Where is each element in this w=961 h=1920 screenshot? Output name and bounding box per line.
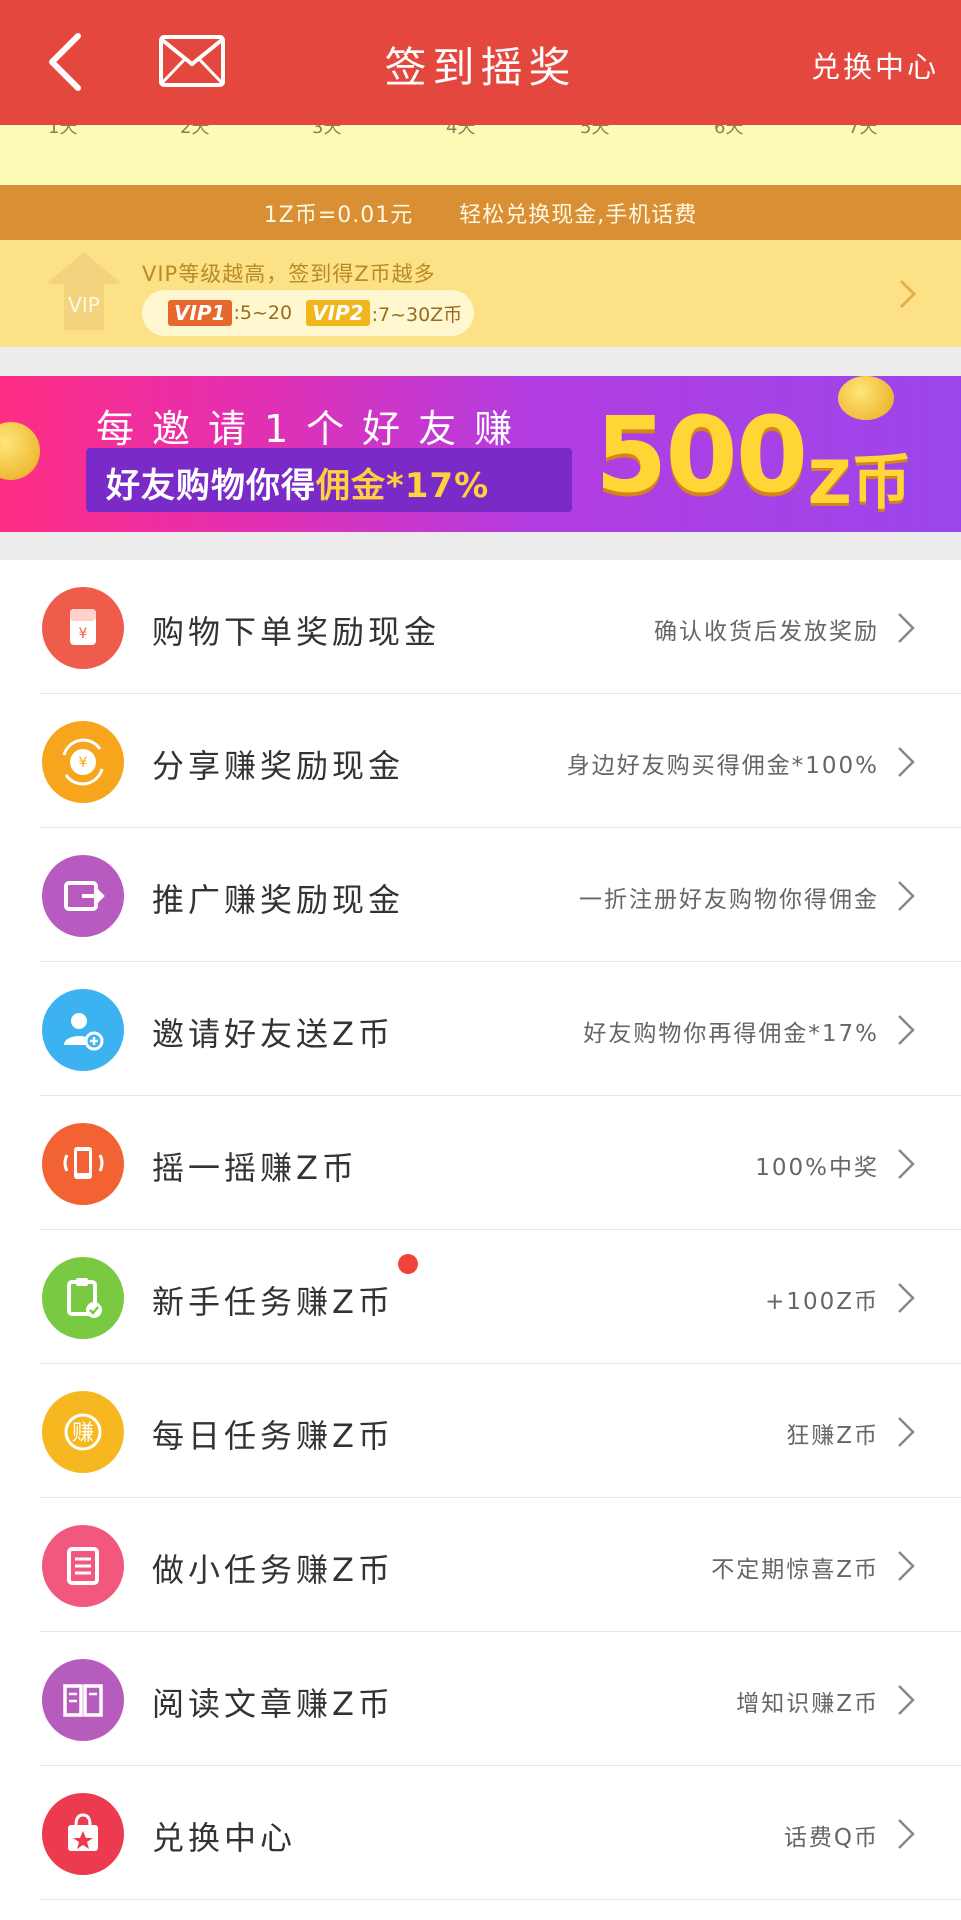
task-description: 不定期惊喜Z币 <box>711 1557 879 1583</box>
task-row[interactable]: ¥ 分享赚奖励现金 身边好友购买得佣金*100% <box>0 694 961 828</box>
task-description: 100%中奖 <box>755 1155 879 1181</box>
task-label: 兑换中心 <box>152 1819 297 1857</box>
promo-subline-prefix: 好友购物你得 <box>106 466 316 506</box>
gift-bag-icon <box>42 1793 124 1875</box>
promo-subline-highlight: 佣金*17% <box>316 466 490 506</box>
vip-info-row[interactable]: VIP VIP等级越高，签到得Z币越多 VIP1 :5~20 VIP2 :7~3… <box>0 240 961 347</box>
task-icon-text: 赚 <box>72 1421 94 1446</box>
chevron-right-icon <box>898 881 915 911</box>
chevron-right-icon <box>898 1551 915 1581</box>
earn-coin-icon: 赚 <box>42 1391 124 1473</box>
task-label: 阅读文章赚Z币 <box>152 1685 394 1723</box>
task-description: 话费Q币 <box>783 1825 879 1851</box>
task-label: 做小任务赚Z币 <box>152 1551 394 1589</box>
calendar-day: 1天 <box>48 125 78 138</box>
task-row[interactable]: 摇一摇赚Z币 100%中奖 <box>0 1096 961 1230</box>
task-row[interactable]: 赚 每日任务赚Z币 狂赚Z币 <box>0 1364 961 1498</box>
checkin-calendar: 1天 2天 3天 4天 5天 6天 7天 <box>0 125 961 185</box>
chevron-right-icon <box>899 279 917 309</box>
task-description: 一折注册好友购物你得佣金 <box>579 887 879 913</box>
task-description: 确认收货后发放奖励 <box>654 619 879 645</box>
task-label: 分享赚奖励现金 <box>152 747 405 785</box>
coin-decoration-icon <box>0 422 40 480</box>
vip-levels-pill: VIP1 :5~20 VIP2 :7~30Z币 <box>142 290 474 336</box>
vip-level-up-icon: VIP <box>46 252 122 330</box>
task-row[interactable]: 阅读文章赚Z币 增知识赚Z币 <box>0 1632 961 1766</box>
task-description: 狂赚Z币 <box>786 1423 879 1449</box>
task-row[interactable]: 新手任务赚Z币 +100Z币 <box>0 1230 961 1364</box>
invite-promo-banner[interactable]: 每邀请1个好友赚 好友购物你得佣金*17% 500 Z币 <box>0 376 961 532</box>
row-divider <box>40 1899 961 1900</box>
task-description: +100Z币 <box>765 1289 879 1315</box>
exchange-slogan-text: 轻松兑换现金,手机话费 <box>459 202 698 228</box>
envelope-icon <box>159 35 225 87</box>
yuan-cycle-icon: ¥ <box>42 721 124 803</box>
coin-decoration-icon <box>838 376 894 420</box>
task-row[interactable]: 兑换中心 话费Q币 <box>0 1766 961 1900</box>
calendar-day: 3天 <box>312 125 342 138</box>
chevron-right-icon <box>898 747 915 777</box>
task-description: 增知识赚Z币 <box>736 1691 879 1717</box>
calendar-day: 4天 <box>446 125 476 138</box>
chevron-right-icon <box>898 613 915 643</box>
task-row[interactable]: 推广赚奖励现金 一折注册好友购物你得佣金 <box>0 828 961 962</box>
chevron-right-icon <box>898 1685 915 1715</box>
book-icon <box>42 1659 124 1741</box>
task-description: 好友购物你再得佣金*17% <box>583 1021 879 1047</box>
vip1-range: :5~20 <box>233 302 293 324</box>
task-label: 推广赚奖励现金 <box>152 881 405 919</box>
notification-dot <box>398 1254 418 1274</box>
task-label: 新手任务赚Z币 <box>152 1283 394 1321</box>
exchange-center-link[interactable]: 兑换中心 <box>811 44 939 86</box>
task-list: ¥ 购物下单奖励现金 确认收货后发放奖励 ¥ 分享赚奖励现金 身边好友购买得佣金*100%… <box>0 560 961 1920</box>
svg-text:¥: ¥ <box>79 755 88 771</box>
add-user-icon <box>42 989 124 1071</box>
chevron-right-icon <box>898 1417 915 1447</box>
calendar-day: 6天 <box>714 125 744 138</box>
promo-subline: 好友购物你得佣金*17% <box>106 458 489 507</box>
task-row[interactable]: 邀请好友送Z币 好友购物你再得佣金*17% <box>0 962 961 1096</box>
exchange-rate-banner: 1Z币=0.01元 轻松兑换现金,手机话费 <box>0 185 961 240</box>
back-button[interactable] <box>40 30 100 94</box>
calendar-day: 2天 <box>180 125 210 138</box>
exchange-rate-text: 1Z币=0.01元 <box>263 202 414 228</box>
calendar-day: 7天 <box>848 125 878 138</box>
clipboard-check-icon <box>42 1257 124 1339</box>
promo-reward-unit: Z币 <box>808 448 912 518</box>
wallet-out-icon <box>42 855 124 937</box>
chevron-right-icon <box>898 1283 915 1313</box>
messages-button[interactable] <box>158 34 226 88</box>
chevron-right-icon <box>898 1149 915 1179</box>
svg-text:¥: ¥ <box>79 626 88 642</box>
chevron-right-icon <box>898 1015 915 1045</box>
promo-headline: 每邀请1个好友赚 <box>96 407 531 451</box>
vip2-range: :7~30Z币 <box>371 303 463 326</box>
shake-phone-icon <box>42 1123 124 1205</box>
vip-emblem-text: VIP <box>68 293 100 317</box>
red-envelope-icon: ¥ <box>42 587 124 669</box>
promo-reward-amount: 500 <box>595 394 808 516</box>
vip-tip-text: VIP等级越高，签到得Z币越多 <box>142 262 436 286</box>
task-label: 摇一摇赚Z币 <box>152 1149 358 1187</box>
task-label: 购物下单奖励现金 <box>152 613 441 651</box>
task-label: 邀请好友送Z币 <box>152 1015 394 1053</box>
vip1-badge: VIP1 <box>168 300 232 326</box>
checklist-icon <box>42 1525 124 1607</box>
task-row[interactable]: 做小任务赚Z币 不定期惊喜Z币 <box>0 1498 961 1632</box>
task-row[interactable]: ¥ 购物下单奖励现金 确认收货后发放奖励 <box>0 560 961 694</box>
task-label: 每日任务赚Z币 <box>152 1417 394 1455</box>
top-nav-bar: 签到摇奖 兑换中心 <box>0 0 961 125</box>
task-description: 身边好友购买得佣金*100% <box>566 753 879 779</box>
back-arrow-icon <box>49 33 81 91</box>
vip2-badge: VIP2 <box>306 300 370 326</box>
chevron-right-icon <box>898 1819 915 1849</box>
calendar-day: 5天 <box>580 125 610 138</box>
